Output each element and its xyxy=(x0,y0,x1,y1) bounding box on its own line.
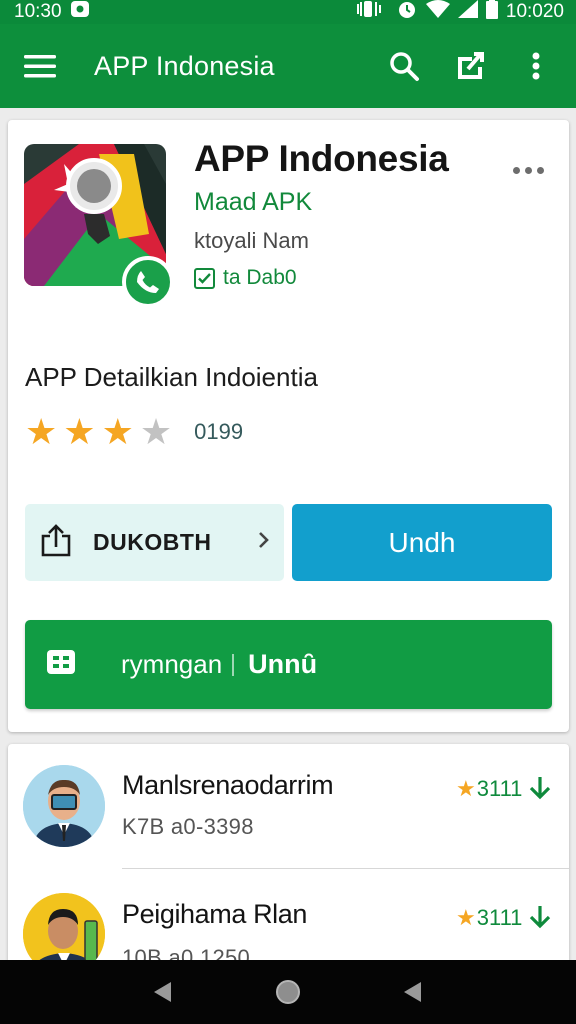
verified-label: ta Dab0 xyxy=(223,266,297,289)
item-subtitle: K7B a0-3398 xyxy=(122,814,254,839)
item-rating: ★ 3111 xyxy=(456,776,522,802)
phone-call-icon xyxy=(122,256,174,308)
overflow-menu-icon[interactable] xyxy=(514,44,558,88)
rating-count: 0199 xyxy=(194,419,244,444)
app-bar-title: APP Indonesia xyxy=(94,50,275,81)
app-bar: APP Indonesia xyxy=(0,24,576,108)
star-icon: ★ xyxy=(25,411,58,452)
navigation-bar xyxy=(0,960,576,1024)
rating-row: ★ ★ ★ ★ 0199 xyxy=(25,414,243,450)
item-title: Manlsrenaodarrim xyxy=(122,770,334,800)
star-icon: ★ xyxy=(456,776,476,801)
checkbox-icon xyxy=(194,267,215,289)
share-icon[interactable] xyxy=(448,44,492,88)
search-icon[interactable] xyxy=(382,44,426,88)
vibrate-icon xyxy=(354,0,388,24)
secondary-action-button[interactable]: DUKOBTH xyxy=(25,504,284,581)
download-icon[interactable] xyxy=(526,774,554,802)
primary-action-button[interactable]: Undh xyxy=(292,504,552,581)
app-name: APP Indonesia xyxy=(194,138,449,179)
verified-badge: ta Dab0 xyxy=(194,266,297,290)
related-apps-list: Manlsrenaodarrim K7B a0-3398 ★ 3111 Peig… xyxy=(8,744,569,984)
app-icon-container xyxy=(24,144,174,308)
notification-icon xyxy=(70,0,90,24)
status-bar: 10:30 10:020 xyxy=(0,0,576,24)
item-rating-value: 3111 xyxy=(476,905,523,930)
primary-action-label: Undh xyxy=(388,526,456,558)
star-icon: ★ xyxy=(139,411,173,452)
wifi-icon xyxy=(425,0,450,24)
alarm-icon xyxy=(396,0,418,25)
install-label: rymngan xyxy=(121,649,223,679)
home-icon[interactable] xyxy=(264,968,312,1016)
status-time: 10:30 xyxy=(14,1,62,22)
status-right: 10:020 xyxy=(354,0,564,25)
app-category: ktoyali Nam xyxy=(194,228,309,253)
app-detail-card: APP Indonesia Maad APK ktoyali Nam ta Da… xyxy=(8,120,569,732)
back-icon[interactable] xyxy=(139,968,187,1016)
details-title: APP Detailkian Indoientia xyxy=(25,362,318,392)
avatar xyxy=(23,765,105,847)
star-icon: ★ xyxy=(101,411,134,452)
secondary-action-label: DUKOBTH xyxy=(93,529,212,555)
status-time-right: 10:020 xyxy=(505,1,564,22)
upload-icon xyxy=(39,523,73,562)
star-icon: ★ xyxy=(63,411,96,452)
install-action-label: Unnȗ xyxy=(248,649,318,679)
status-left: 10:30 xyxy=(14,0,90,24)
star-icon: ★ xyxy=(456,905,476,930)
grid-icon xyxy=(47,650,75,679)
developer-name[interactable]: Maad APK xyxy=(194,188,312,217)
menu-icon[interactable] xyxy=(24,44,56,88)
battery-icon xyxy=(485,0,498,25)
chevron-right-icon xyxy=(258,531,270,554)
list-item[interactable]: Manlsrenaodarrim K7B a0-3398 ★ 3111 xyxy=(8,744,569,874)
recents-icon[interactable] xyxy=(389,968,437,1016)
item-title: Peigihama Rlan xyxy=(122,899,308,929)
more-options-icon[interactable] xyxy=(504,154,552,186)
install-button[interactable]: rymngan Unnȗ xyxy=(25,620,552,709)
separator xyxy=(232,653,235,676)
item-rating-value: 3111 xyxy=(476,776,523,801)
signal-icon xyxy=(457,0,478,24)
item-rating: ★ 3111 xyxy=(456,905,522,931)
download-icon[interactable] xyxy=(526,903,554,931)
